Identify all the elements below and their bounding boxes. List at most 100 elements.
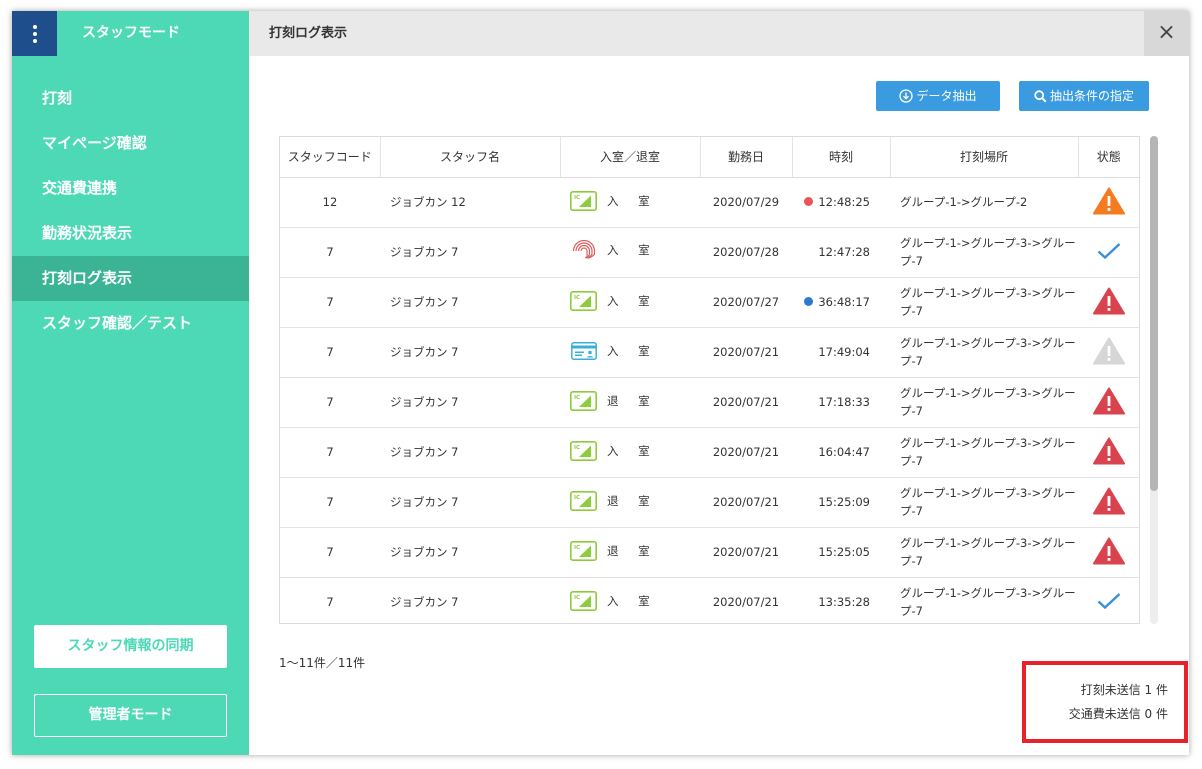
log-table-container: スタッフコード スタッフ名 入室／退室 勤務日 時刻 打刻場所 状態 12 ジョブ… — [279, 136, 1140, 624]
table-row[interactable]: 7 ジョブカン 7 入 室 2020/07/21 17:49:04 グループ-1->グルー… — [280, 327, 1139, 378]
data-extract-label: データ抽出 — [916, 89, 977, 103]
admin-mode-button[interactable]: 管理者モード — [34, 694, 227, 737]
sidebar-item[interactable]: 打刻ログ表示 — [12, 256, 249, 301]
work-date: 2020/07/21 — [700, 527, 792, 578]
sidebar-item[interactable]: 勤務状況表示 — [12, 211, 249, 256]
staff-name: ジョブカン 7 — [380, 377, 560, 428]
svg-text:IC: IC — [574, 545, 580, 551]
table-row[interactable]: 7 ジョブカン 7 IC 入 室 2020/07/27 36:48:17 グループ-1->グ… — [280, 277, 1139, 328]
stamp-location: グループ-1->グループ-3->グループ-7 — [890, 227, 1078, 278]
sidebar-item[interactable]: スタッフ確認／テスト — [12, 301, 249, 346]
ic-card-icon: IC — [570, 490, 597, 511]
stamp-time: 16:04:47 — [818, 445, 870, 459]
column-header[interactable]: 入室／退室 — [560, 137, 701, 178]
in-out-label: 退 室 — [607, 393, 658, 408]
stamp-location: グループ-1->グループ-3->グループ-7 — [890, 427, 1078, 478]
close-icon[interactable]: × — [1144, 11, 1189, 56]
stamp-location: グループ-1->グループ-3->グループ-7 — [890, 277, 1078, 328]
table-header-row: スタッフコード スタッフ名 入室／退室 勤務日 時刻 打刻場所 状態 — [280, 137, 1139, 178]
staff-name: ジョブカン 7 — [380, 327, 560, 378]
table-row[interactable]: 7 ジョブカン 7 IC 退 室 2020/07/21 15:25:09 グループ-1->グ… — [280, 477, 1139, 528]
unsent-stamp-count: 打刻未送信 1 件 — [1080, 683, 1168, 697]
data-extract-button[interactable]: データ抽出 — [876, 81, 1000, 111]
table-row[interactable]: 7 ジョブカン 7 IC 入 室 2020/07/21 13:35:28 グループ-1->グ… — [280, 577, 1139, 623]
table-row[interactable]: 12 ジョブカン 12 IC 入 室 2020/07/29 12:48:25 グループ-1-… — [280, 177, 1139, 228]
staff-code: 7 — [280, 277, 380, 328]
staff-name: ジョブカン 7 — [380, 527, 560, 578]
ic-card-icon: IC — [570, 440, 597, 461]
work-date: 2020/07/29 — [700, 177, 792, 228]
sidebar-item[interactable]: マイページ確認 — [12, 121, 249, 166]
extract-condition-label: 抽出条件の指定 — [1049, 89, 1134, 103]
work-date: 2020/07/21 — [700, 477, 792, 528]
table-scrollbar[interactable] — [1150, 136, 1158, 624]
in-out-label: 入 室 — [607, 293, 658, 308]
blue-dot-icon — [804, 297, 814, 306]
sidebar-item[interactable]: 打刻 — [12, 76, 249, 121]
in-out-label: 退 室 — [607, 493, 658, 508]
staff-name: ジョブカン 7 — [380, 227, 560, 278]
staff-name: ジョブカン 7 — [380, 577, 560, 623]
column-header[interactable]: 状態 — [1078, 137, 1139, 178]
column-header[interactable]: 打刻場所 — [890, 137, 1079, 178]
in-out-label: 入 室 — [607, 443, 658, 458]
warning-red-icon — [1092, 487, 1125, 518]
table-row[interactable]: 7 ジョブカン 7 IC 退 室 2020/07/21 15:25:05 グループ-1->グ… — [280, 527, 1139, 578]
column-header[interactable]: 時刻 — [792, 137, 891, 178]
stamp-location: グループ-1->グループ-2 — [890, 177, 1078, 228]
stamp-location: グループ-1->グループ-3->グループ-7 — [890, 327, 1078, 378]
svg-text:IC: IC — [574, 445, 580, 451]
staff-name: ジョブカン 7 — [380, 477, 560, 528]
stamp-time: 15:25:09 — [818, 495, 870, 509]
work-date: 2020/07/21 — [700, 327, 792, 378]
svg-text:IC: IC — [574, 195, 580, 201]
warning-red-icon — [1092, 537, 1125, 568]
check-icon — [1097, 592, 1121, 613]
column-header[interactable]: スタッフコード — [280, 137, 381, 178]
table-row[interactable]: 7 ジョブカン 7 入 室 2020/07/28 12:47:28 グループ-1->グルー… — [280, 227, 1139, 278]
svg-text:IC: IC — [574, 395, 580, 401]
work-date: 2020/07/27 — [700, 277, 792, 328]
column-header[interactable]: 勤務日 — [700, 137, 793, 178]
menu-icon[interactable] — [12, 11, 57, 56]
sidebar-item[interactable]: 交通費連携 — [12, 166, 249, 211]
search-icon — [1034, 90, 1047, 103]
staff-name: ジョブカン 7 — [380, 427, 560, 478]
unsent-status-box: 打刻未送信 1 件 交通費未送信 0 件 — [1022, 661, 1188, 743]
stamp-time: 12:48:25 — [818, 195, 870, 209]
ic-card-icon: IC — [570, 390, 597, 411]
in-out-label: 退 室 — [607, 543, 658, 558]
warning-gray-icon — [1092, 337, 1125, 368]
mode-title: スタッフモード — [82, 25, 180, 41]
ic-card-icon: IC — [570, 590, 597, 611]
warning-red-icon — [1092, 437, 1125, 468]
work-date: 2020/07/21 — [700, 427, 792, 478]
staff-code: 7 — [280, 527, 380, 578]
stamp-location: グループ-1->グループ-3->グループ-7 — [890, 527, 1078, 578]
column-header[interactable]: スタッフ名 — [380, 137, 561, 178]
svg-text:IC: IC — [574, 595, 580, 601]
work-date: 2020/07/21 — [700, 377, 792, 428]
log-table: スタッフコード スタッフ名 入室／退室 勤務日 時刻 打刻場所 状態 12 ジョブ… — [280, 137, 1139, 623]
table-row[interactable]: 7 ジョブカン 7 IC 退 室 2020/07/21 17:18:33 グループ-1->グ… — [280, 377, 1139, 428]
warning-red-icon — [1092, 287, 1125, 318]
stamp-time: 12:47:28 — [818, 245, 870, 259]
in-out-label: 入 室 — [607, 344, 658, 358]
red-dot-icon — [804, 197, 814, 206]
staff-name: ジョブカン 7 — [380, 277, 560, 328]
work-date: 2020/07/28 — [700, 227, 792, 278]
svg-text:IC: IC — [574, 495, 580, 501]
staff-code: 7 — [280, 227, 380, 278]
warning-red-icon — [1092, 387, 1125, 418]
unsent-travel-count: 交通費未送信 0 件 — [1068, 707, 1168, 721]
work-date: 2020/07/21 — [700, 577, 792, 623]
sync-staff-button[interactable]: スタッフ情報の同期 — [34, 625, 227, 668]
scrollbar-thumb[interactable] — [1150, 136, 1158, 491]
staff-code: 12 — [280, 177, 380, 228]
ic-card-icon: IC — [570, 540, 597, 561]
stamp-location: グループ-1->グループ-3->グループ-7 — [890, 477, 1078, 528]
extract-condition-button[interactable]: 抽出条件の指定 — [1019, 81, 1149, 111]
ic-card-icon: IC — [570, 190, 597, 211]
sidebar-nav: 打刻 マイページ確認 交通費連携 勤務状況表示 打刻ログ表示 スタッフ確認／テスト — [12, 76, 249, 346]
table-row[interactable]: 7 ジョブカン 7 IC 入 室 2020/07/21 16:04:47 グループ-1->グ… — [280, 427, 1139, 478]
